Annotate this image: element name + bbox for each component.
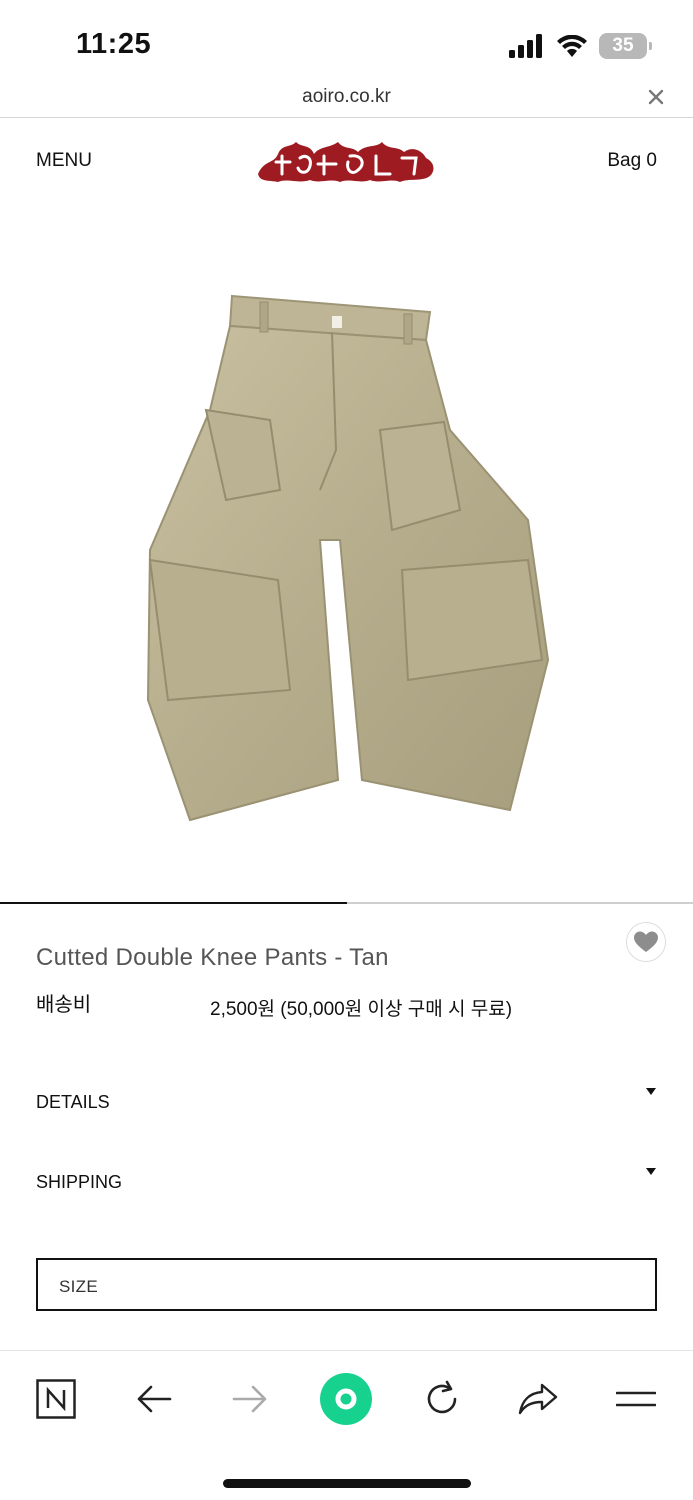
- browser-toolbar: [0, 1350, 693, 1500]
- product-image[interactable]: [130, 280, 560, 840]
- caret-down-icon[interactable]: [645, 1086, 657, 1098]
- naver-button[interactable]: [30, 1373, 82, 1425]
- details-accordion[interactable]: DETAILS: [36, 1086, 657, 1116]
- naver-icon: [36, 1379, 76, 1419]
- details-accordion-label[interactable]: DETAILS: [36, 1092, 110, 1113]
- menu-button-browser[interactable]: [610, 1373, 662, 1425]
- cellular-signal-icon: [509, 34, 542, 58]
- size-select-label: SIZE: [59, 1277, 98, 1296]
- share-button[interactable]: [512, 1373, 564, 1425]
- status-bar: 11:25 35: [0, 0, 693, 80]
- url-bar[interactable]: aoiro.co.kr: [0, 80, 693, 118]
- shipping-fee-label: 배송비: [36, 994, 92, 1016]
- site-header: MENU Bag 0: [0, 120, 693, 200]
- product-title: Cutted Double Knee Pants - Tan: [36, 944, 389, 971]
- caret-down-icon[interactable]: [645, 1166, 657, 1178]
- shipping-accordion-label[interactable]: SHIPPING: [36, 1172, 122, 1193]
- reload-icon: [427, 1380, 457, 1414]
- bag-button[interactable]: Bag 0: [607, 150, 657, 172]
- back-arrow-icon: [137, 1385, 172, 1413]
- wishlist-button[interactable]: [626, 922, 666, 962]
- battery-level: 35: [612, 35, 634, 56]
- share-icon: [518, 1383, 558, 1415]
- menu-button[interactable]: MENU: [36, 150, 92, 172]
- status-icons: 35: [509, 32, 652, 60]
- reload-button[interactable]: [416, 1373, 468, 1425]
- green-dot-icon: [320, 1373, 372, 1425]
- green-dot-button[interactable]: [320, 1373, 372, 1425]
- home-indicator[interactable]: [223, 1479, 471, 1488]
- forward-button[interactable]: [224, 1373, 276, 1425]
- gallery-progress-fill: [0, 902, 347, 904]
- status-time: 11:25: [76, 28, 152, 60]
- forward-arrow-icon: [232, 1385, 267, 1413]
- close-icon[interactable]: [645, 86, 667, 108]
- menu-icon: [616, 1391, 656, 1407]
- shipping-fee-value: 2,500원 (50,000원 이상 구매 시 무료): [210, 999, 513, 1020]
- url-text[interactable]: aoiro.co.kr: [0, 86, 693, 108]
- brand-logo[interactable]: [254, 134, 438, 186]
- heart-icon: [634, 931, 658, 952]
- gallery-progress: [0, 902, 693, 904]
- wifi-icon: [557, 35, 587, 57]
- back-button[interactable]: [128, 1373, 180, 1425]
- shipping-accordion[interactable]: SHIPPING: [36, 1166, 657, 1196]
- battery-icon: 35: [599, 33, 652, 59]
- size-select[interactable]: SIZE: [36, 1258, 657, 1311]
